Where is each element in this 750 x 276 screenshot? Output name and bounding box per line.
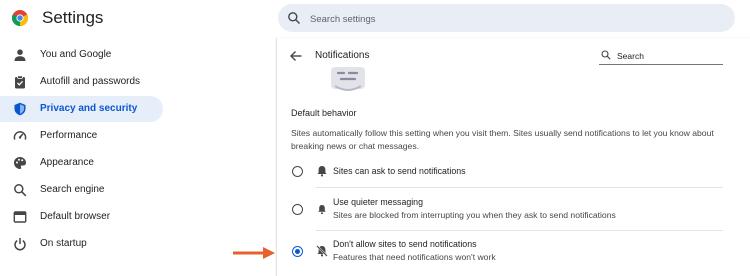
person-icon: [14, 49, 26, 61]
power-icon: [14, 238, 26, 251]
radio-button[interactable]: [292, 204, 303, 215]
section-description: Sites automatically follow this setting …: [291, 128, 714, 151]
sidebar-item-label: Autofill and passwords: [40, 76, 141, 87]
notifications-panel: Notifications Default behavior Sites aut…: [276, 38, 750, 276]
radio-button[interactable]: [292, 166, 303, 177]
radio-button-selected[interactable]: [292, 246, 303, 257]
option-sublabel: Sites are blocked from interrupting you …: [333, 210, 616, 220]
sidebar-item-label: Default browser: [40, 211, 111, 222]
sidebar-item-appearance[interactable]: Appearance: [0, 150, 163, 176]
divider: [316, 187, 723, 188]
sidebar-item-performance[interactable]: Performance: [0, 123, 163, 149]
option-label: Use quieter messaging: [333, 197, 423, 207]
sidebar-item-label: Privacy and security: [40, 103, 138, 114]
app-header: Settings: [0, 0, 750, 36]
sidebar-nav: You and Google Autofill and passwords Pr…: [0, 40, 170, 276]
panel-search-field[interactable]: [599, 48, 723, 65]
section-title: Default behavior: [291, 108, 357, 118]
divider: [316, 230, 723, 231]
sidebar-item-label: You and Google: [40, 49, 112, 60]
browser-window-icon: [13, 211, 27, 223]
watermark-logo: [331, 67, 365, 91]
sidebar-item-default-browser[interactable]: Default browser: [0, 204, 163, 230]
panel-search-input[interactable]: [615, 48, 723, 64]
search-icon: [14, 184, 27, 197]
bell-quiet-icon: [318, 205, 326, 215]
back-arrow-icon[interactable]: [289, 49, 303, 63]
sidebar-item-search-engine[interactable]: Search engine: [0, 177, 163, 203]
settings-search-input[interactable]: [308, 8, 712, 30]
clipboard-icon: [15, 75, 25, 89]
sidebar-item-label: Search engine: [40, 184, 105, 195]
sidebar-item-label: On startup: [40, 238, 87, 249]
sidebar-item-label: Performance: [40, 130, 98, 141]
sidebar-item-autofill[interactable]: Autofill and passwords: [0, 69, 163, 95]
bell-icon: [317, 166, 327, 177]
annotation-arrow-icon: [233, 247, 275, 259]
settings-search-bar[interactable]: [278, 4, 735, 32]
palette-icon: [14, 157, 26, 169]
option-label: Sites can ask to send notifications: [333, 166, 466, 176]
sidebar-item-label: Appearance: [40, 157, 94, 168]
chrome-logo-icon: [12, 10, 28, 26]
sidebar-item-on-startup[interactable]: On startup: [0, 231, 163, 257]
sidebar-item-you-and-google[interactable]: You and Google: [0, 42, 163, 68]
page-title: Notifications: [315, 50, 370, 61]
shield-icon: [14, 102, 26, 116]
search-icon: [288, 12, 300, 24]
option-dont-allow[interactable]: Don't allow sites to send notifications …: [277, 236, 750, 270]
bell-off-icon: [316, 245, 328, 257]
sidebar-item-privacy[interactable]: Privacy and security: [0, 96, 163, 122]
speedometer-icon: [13, 131, 27, 140]
option-allow-ask[interactable]: Sites can ask to send notifications: [277, 160, 750, 190]
app-title: Settings: [42, 8, 104, 27]
search-icon: [601, 50, 611, 60]
option-label: Don't allow sites to send notifications: [333, 239, 477, 249]
option-sublabel: Features that need notifications won't w…: [333, 252, 496, 262]
option-quieter[interactable]: Use quieter messaging Sites are blocked …: [277, 194, 750, 230]
